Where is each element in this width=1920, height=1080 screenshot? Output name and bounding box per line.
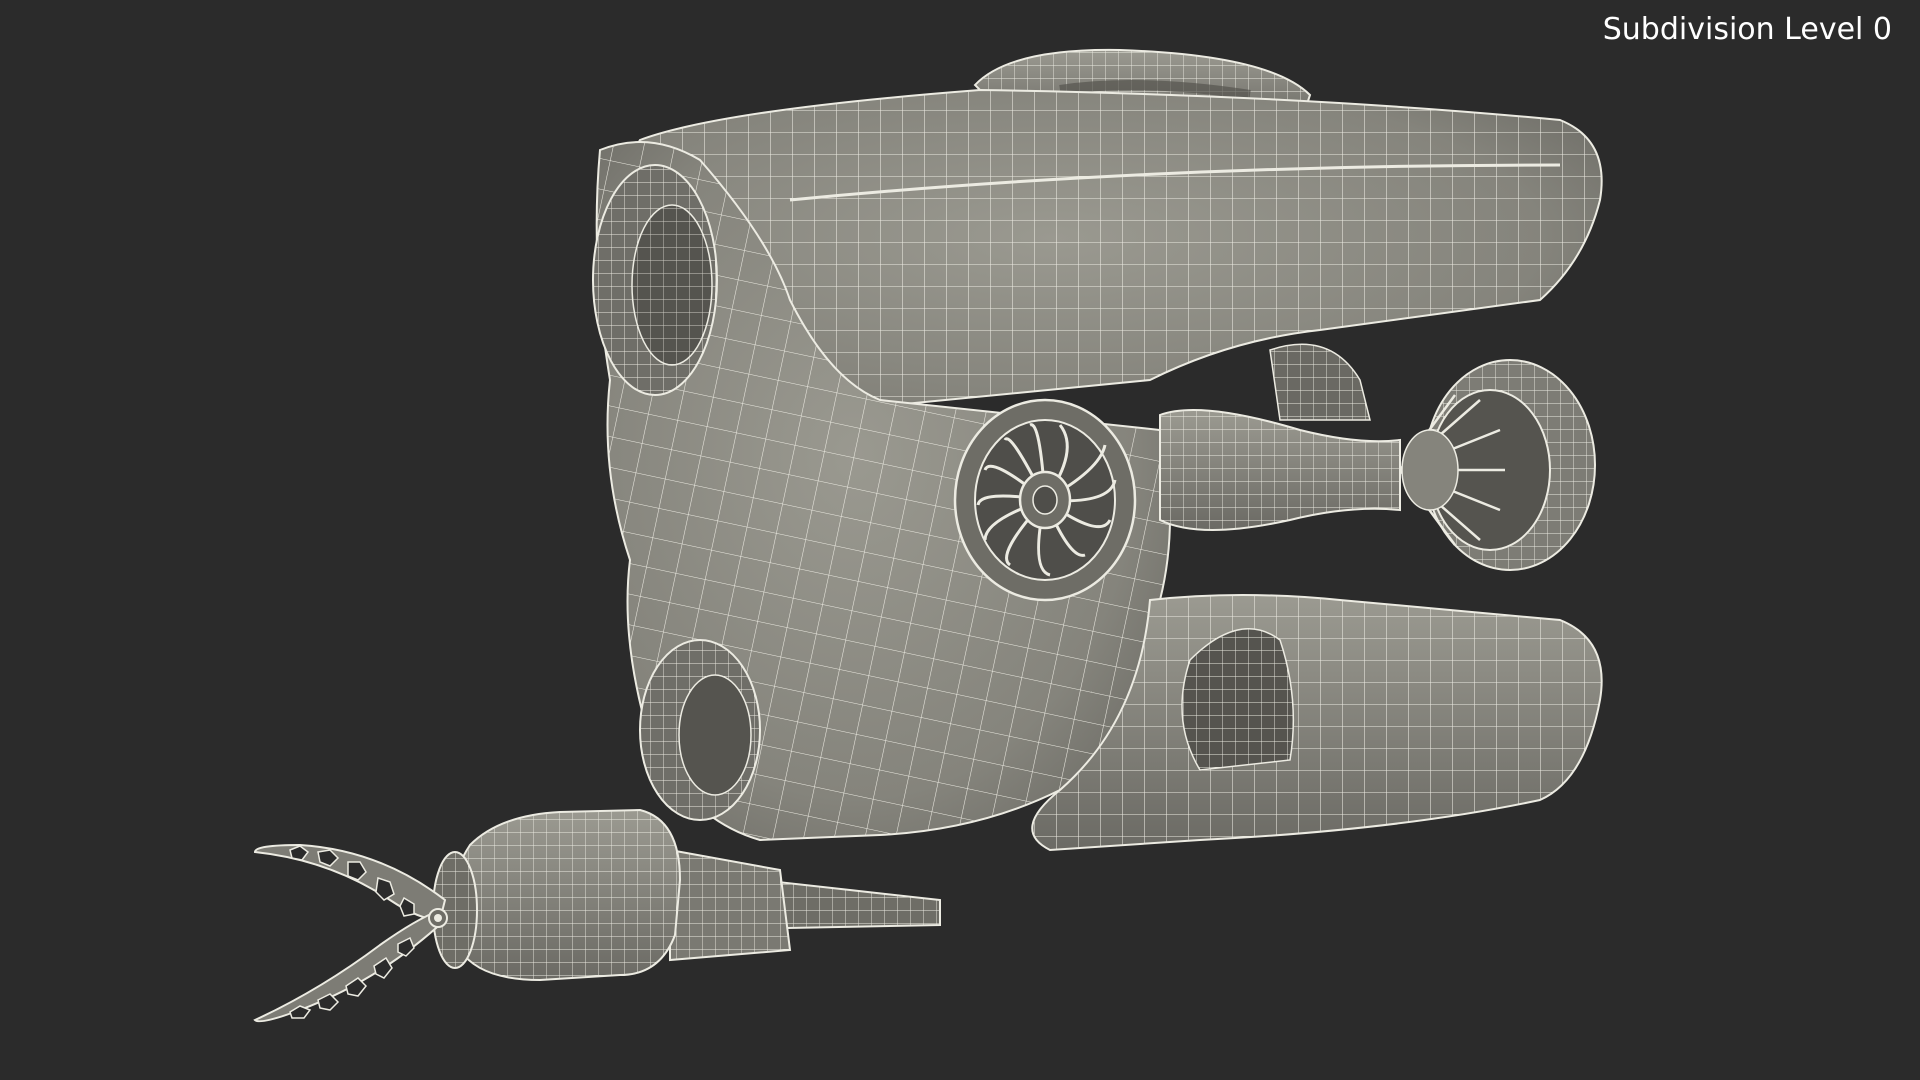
right-thruster [1398,359,1596,571]
front-camera-port [592,164,718,396]
bottom-camera-port [639,639,761,821]
right-thruster-arm [1159,343,1401,531]
drone-model-render [253,48,1603,1023]
subdivision-level-label: Subdivision Level 0 [1602,12,1892,47]
gripper-housing [432,808,682,982]
gripper-mount [668,848,941,962]
side-turbine-vent [953,398,1137,602]
3d-viewport[interactable]: Subdivision Level 0 [0,0,1920,1080]
gripper-claws [253,843,448,1023]
